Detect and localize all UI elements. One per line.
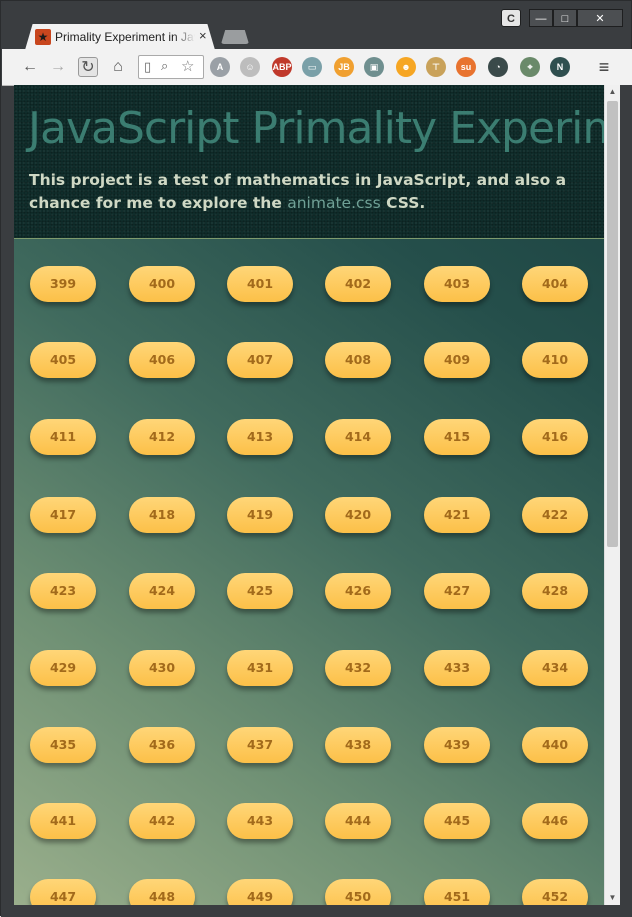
ruler-icon[interactable]: ⊤ — [426, 57, 446, 77]
number-button[interactable]: 402 — [325, 266, 391, 302]
number-button[interactable]: 446 — [522, 803, 588, 839]
number-button[interactable]: 452 — [522, 879, 588, 905]
new-note-icon[interactable]: N — [550, 57, 570, 77]
number-button[interactable]: 443 — [227, 803, 293, 839]
number-button[interactable]: 405 — [30, 342, 96, 378]
back-arrow-icon[interactable]: ← — [20, 57, 40, 77]
number-button[interactable]: 407 — [227, 342, 293, 378]
window-frame-bottom — [1, 905, 632, 917]
number-button[interactable]: 450 — [325, 879, 391, 905]
number-button[interactable]: 441 — [30, 803, 96, 839]
number-button[interactable]: 448 — [129, 879, 195, 905]
bookmark-star-icon[interactable]: ☆ — [181, 57, 194, 75]
minimize-button[interactable]: — — [529, 9, 553, 27]
eyedropper-icon[interactable]: ⌖ — [520, 57, 540, 77]
page-title: JavaScript Primality Experiment — [28, 103, 604, 154]
number-button[interactable]: 420 — [325, 497, 391, 533]
number-button[interactable]: 414 — [325, 419, 391, 455]
number-button[interactable]: 406 — [129, 342, 195, 378]
reload-icon[interactable]: ↻ — [78, 57, 98, 77]
number-button[interactable]: 442 — [129, 803, 195, 839]
page-header: JavaScript Primality Experiment This pro… — [14, 85, 604, 239]
animate-css-link[interactable]: animate.css — [287, 194, 380, 212]
number-button[interactable]: 408 — [325, 342, 391, 378]
number-button[interactable]: 424 — [129, 573, 195, 609]
number-button[interactable]: 451 — [424, 879, 490, 905]
number-button[interactable]: 435 — [30, 727, 96, 763]
number-button[interactable]: 416 — [522, 419, 588, 455]
number-button[interactable]: 432 — [325, 650, 391, 686]
home-icon[interactable]: ⌂ — [108, 57, 128, 77]
number-button[interactable]: 419 — [227, 497, 293, 533]
number-button[interactable]: 433 — [424, 650, 490, 686]
number-button[interactable]: 436 — [129, 727, 195, 763]
profile-button[interactable]: C — [501, 9, 521, 27]
maximize-button[interactable]: □ — [553, 9, 577, 27]
screen-capture-icon[interactable]: ▣ — [364, 57, 384, 77]
number-button[interactable]: 417 — [30, 497, 96, 533]
tab-title: Primality Experiment in JavaScript — [55, 30, 195, 44]
number-button[interactable]: 437 — [227, 727, 293, 763]
number-button[interactable]: 412 — [129, 419, 195, 455]
number-button[interactable]: 444 — [325, 803, 391, 839]
scrollbar-thumb[interactable] — [607, 101, 618, 547]
browser-toolbar: ← → ↻ ⌂ ▯ ⌕ ☆ A ☺ ABP ▭ JB ▣ ☻ ⊤ su ◔ ⌖ N ≡ — [2, 49, 632, 86]
search-icon[interactable]: ⌕ — [161, 58, 168, 74]
number-button[interactable]: 409 — [424, 342, 490, 378]
browser-window: ★ Primality Experiment in JavaScript × C… — [0, 0, 632, 917]
scroll-up-icon[interactable]: ▲ — [605, 85, 620, 99]
number-button[interactable]: 399 — [30, 266, 96, 302]
number-button[interactable]: 428 — [522, 573, 588, 609]
number-button[interactable]: 413 — [227, 419, 293, 455]
number-button[interactable]: 422 — [522, 497, 588, 533]
number-button[interactable]: 438 — [325, 727, 391, 763]
number-button[interactable]: 423 — [30, 573, 96, 609]
number-button[interactable]: 431 — [227, 650, 293, 686]
number-button[interactable]: 425 — [227, 573, 293, 609]
number-button[interactable]: 429 — [30, 650, 96, 686]
close-window-button[interactable]: ✕ — [577, 9, 623, 27]
number-button[interactable]: 427 — [424, 573, 490, 609]
number-button[interactable]: 447 — [30, 879, 96, 905]
number-button[interactable]: 440 — [522, 727, 588, 763]
intro-text: This project is a test of mathematics in… — [29, 169, 589, 215]
title-bar: ★ Primality Experiment in JavaScript × C… — [1, 1, 631, 50]
emoji-face-icon[interactable]: ☻ — [396, 57, 416, 77]
jetbrains-icon[interactable]: JB — [334, 57, 354, 77]
number-button[interactable]: 434 — [522, 650, 588, 686]
number-button[interactable]: 410 — [522, 342, 588, 378]
number-button[interactable]: 411 — [30, 419, 96, 455]
forward-arrow-icon[interactable]: → — [48, 57, 68, 77]
window-resizer-icon[interactable]: ▭ — [302, 57, 322, 77]
speedometer-icon[interactable]: ◔ — [488, 57, 508, 77]
number-button[interactable]: 445 — [424, 803, 490, 839]
browser-tab[interactable]: ★ Primality Experiment in JavaScript × — [25, 24, 215, 50]
ghost-extension-icon[interactable]: ☺ — [240, 57, 260, 77]
number-button[interactable]: 430 — [129, 650, 195, 686]
vertical-scrollbar[interactable]: ▲ ▼ — [604, 85, 620, 905]
number-button[interactable]: 415 — [424, 419, 490, 455]
menu-icon[interactable]: ≡ — [594, 57, 614, 77]
page-icon: ▯ — [144, 59, 152, 74]
window-frame-right — [620, 85, 632, 905]
stumbleupon-icon[interactable]: su — [456, 57, 476, 77]
number-button[interactable]: 418 — [129, 497, 195, 533]
number-button[interactable]: 403 — [424, 266, 490, 302]
number-button[interactable]: 439 — [424, 727, 490, 763]
number-button[interactable]: 404 — [522, 266, 588, 302]
angularjs-batarang-icon[interactable]: A — [210, 57, 230, 77]
number-button[interactable]: 401 — [227, 266, 293, 302]
tab-close-icon[interactable]: × — [199, 28, 207, 43]
new-tab-button[interactable] — [221, 30, 249, 44]
intro-text-end: CSS. — [380, 194, 426, 212]
number-button[interactable]: 400 — [129, 266, 195, 302]
page-viewport: 399 400 401 402 403 404 405 406 407 408 409 410 411 4… — [14, 85, 604, 905]
number-button[interactable]: 449 — [227, 879, 293, 905]
adblock-plus-icon[interactable]: ABP — [272, 57, 292, 77]
scroll-down-icon[interactable]: ▼ — [605, 891, 620, 905]
number-button[interactable]: 421 — [424, 497, 490, 533]
address-bar[interactable]: ▯ ⌕ ☆ — [138, 55, 204, 79]
number-button[interactable]: 426 — [325, 573, 391, 609]
star-favicon-icon: ★ — [35, 29, 51, 45]
